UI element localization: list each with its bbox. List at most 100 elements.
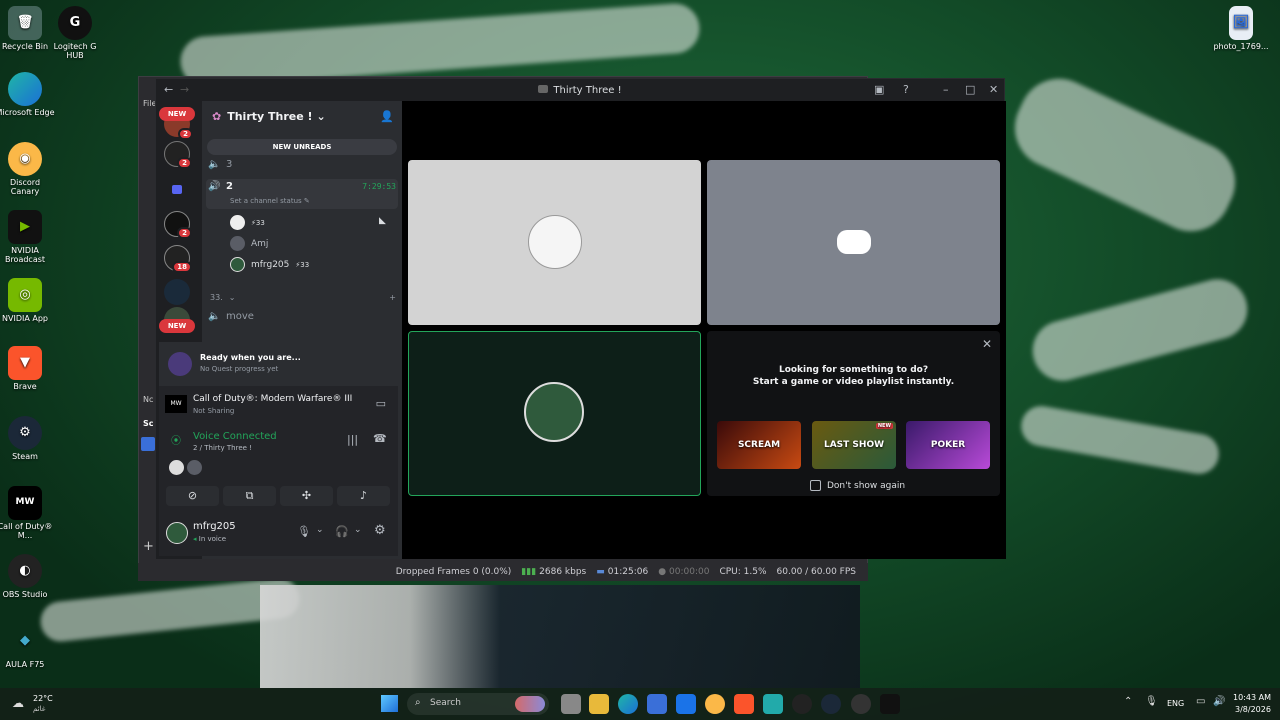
- video-tile-3[interactable]: [408, 331, 701, 496]
- discord-canary-icon[interactable]: [705, 694, 725, 714]
- store-icon[interactable]: [647, 694, 667, 714]
- noise-suppression-icon[interactable]: |||: [347, 433, 358, 446]
- desktop-icon-obs[interactable]: ◐ OBS Studio: [0, 554, 55, 600]
- game-card-scream[interactable]: SCREAM: [717, 421, 801, 469]
- minimize-icon[interactable]: –: [943, 83, 949, 96]
- desktop-icon-discord-canary[interactable]: ◉ Discord Canary: [0, 142, 55, 197]
- obs-add-button[interactable]: +: [143, 539, 154, 554]
- edge-icon[interactable]: [618, 694, 638, 714]
- video-tile-1[interactable]: [408, 160, 701, 325]
- quest-panel[interactable]: Ready when you are... No Quest progress …: [159, 342, 398, 386]
- microphone-icon[interactable]: 🎙: [1145, 696, 1158, 707]
- chevron-down-icon[interactable]: ⌄: [354, 525, 362, 535]
- desktop-icon-steam[interactable]: ⚙ Steam: [0, 416, 55, 462]
- new-unreads-bar[interactable]: NEW UNREADS: [207, 139, 397, 155]
- close-icon[interactable]: ✕: [982, 337, 992, 351]
- category-33[interactable]: 33. ⌄ +: [208, 293, 396, 302]
- nvidia-broadcast-icon[interactable]: [880, 694, 900, 714]
- chevron-down-icon[interactable]: ⌄: [316, 525, 324, 535]
- outlook-icon[interactable]: [676, 694, 696, 714]
- server-icon: [538, 84, 549, 93]
- wallpaper-shape: [1001, 65, 1249, 245]
- obs-icon: ◐: [8, 554, 42, 588]
- desktop-icon-brave[interactable]: ▼ Brave: [0, 346, 55, 392]
- nvidia-icon: ▶: [8, 210, 42, 244]
- headphones-icon[interactable]: 🎧: [335, 525, 349, 538]
- desktop-icon-logitech[interactable]: G Logitech G HUB: [45, 6, 105, 61]
- help-icon[interactable]: ?: [903, 83, 909, 96]
- obs-icon[interactable]: [851, 694, 871, 714]
- screen-share-button[interactable]: ⧉: [223, 486, 276, 506]
- add-channel-icon[interactable]: +: [389, 293, 396, 302]
- avatar: [528, 215, 582, 269]
- add-member-icon[interactable]: 👤: [380, 110, 394, 123]
- desktop-icon-nvidia-app[interactable]: ◎ NVIDIA App: [0, 278, 55, 324]
- server-icon-4[interactable]: 2: [164, 211, 192, 239]
- game-card-last-show[interactable]: LAST SHOW NEW: [812, 421, 896, 469]
- task-view-icon[interactable]: [561, 694, 581, 714]
- aula-icon[interactable]: [763, 694, 783, 714]
- soundboard-button[interactable]: ♪: [337, 486, 390, 506]
- voice-user-3[interactable]: mfrg205 ⚡33: [230, 257, 309, 272]
- user-badge: ⚡33: [251, 218, 265, 227]
- desktop-icon-photo[interactable]: 🖼 photo_1769...: [1211, 6, 1271, 52]
- server-icon-3[interactable]: [164, 177, 190, 203]
- close-icon[interactable]: ✕: [989, 83, 998, 96]
- network-icon[interactable]: ▭: [1196, 696, 1205, 707]
- voice-channel-2[interactable]: 🔊 2 7:29:53: [208, 181, 396, 192]
- channel-status-prompt[interactable]: Set a channel status ✎: [230, 197, 310, 205]
- brave-icon: ▼: [8, 346, 42, 380]
- voice-stage: ✕ Looking for something to do? Start a g…: [402, 101, 1006, 559]
- chevron-down-icon: ⌄: [316, 109, 326, 123]
- chevron-up-icon[interactable]: ⌃: [1124, 696, 1132, 707]
- stream-icon: ▬: [596, 567, 605, 577]
- desktop-icon-aula[interactable]: ◆ AULA F75: [0, 624, 55, 670]
- settings-gear-icon[interactable]: ⚙: [374, 523, 386, 538]
- screen-share-icon[interactable]: ▭: [376, 397, 386, 410]
- voice-channel-move[interactable]: 🔈 move: [208, 311, 396, 322]
- microphone-icon[interactable]: 🎙: [297, 525, 311, 538]
- inbox-icon[interactable]: ▣: [874, 83, 884, 96]
- edge-icon: [8, 72, 42, 106]
- video-tile-2[interactable]: [707, 160, 1000, 325]
- speaker-active-icon: 🔊: [208, 181, 221, 192]
- folder-icon: [172, 185, 182, 194]
- server-icon-5[interactable]: 18: [164, 245, 192, 273]
- logitech-icon[interactable]: [792, 694, 812, 714]
- voice-channel-3[interactable]: 🔈 3: [208, 159, 396, 170]
- new-pill-bottom[interactable]: NEW: [159, 319, 195, 333]
- maximize-icon[interactable]: □: [965, 83, 975, 96]
- weather-icon: ☁: [12, 696, 24, 710]
- obs-bitrate: ▮▮▮ 2686 kbps: [521, 567, 587, 577]
- file-explorer-icon[interactable]: [589, 694, 609, 714]
- checkbox[interactable]: [810, 480, 821, 491]
- voice-panel: ⦿ Voice Connected 2 / Thirty Three ! |||…: [159, 424, 398, 512]
- start-windows-icon[interactable]: [381, 695, 398, 712]
- steam-icon[interactable]: [821, 694, 841, 714]
- avatar[interactable]: [166, 522, 188, 544]
- avatar: [169, 460, 184, 475]
- server-header[interactable]: ✿ Thirty Three ! ⌄ 👤: [202, 101, 402, 131]
- volume-icon[interactable]: 🔊: [1213, 696, 1225, 707]
- speaker-icon: 🔈: [208, 311, 221, 322]
- desktop-icon-edge[interactable]: Microsoft Edge: [0, 72, 55, 118]
- activities-button[interactable]: ✣: [280, 486, 333, 506]
- server-icon-6[interactable]: [164, 279, 190, 305]
- quest-icon: [168, 352, 192, 376]
- voice-user-1[interactable]: ⚡33: [230, 215, 265, 230]
- video-off-button[interactable]: ⊘: [166, 486, 219, 506]
- avatar: [230, 236, 245, 251]
- desktop-icon-cod[interactable]: MW Call of Duty® M...: [0, 486, 55, 541]
- disconnect-icon[interactable]: ☎: [373, 432, 387, 445]
- taskbar-search[interactable]: ⌕ Search: [407, 693, 549, 715]
- brave-icon[interactable]: [734, 694, 754, 714]
- voice-user-2[interactable]: Amj: [230, 236, 268, 251]
- game-card-poker[interactable]: POKER: [906, 421, 990, 469]
- server-icon-2[interactable]: 2: [164, 141, 192, 169]
- desktop-icon-nvidia-broadcast[interactable]: ▶ NVIDIA Broadcast: [0, 210, 55, 265]
- new-badge: NEW: [875, 423, 893, 429]
- new-pill-top[interactable]: NEW: [159, 107, 195, 121]
- user-status: ◂ In voice: [193, 535, 227, 543]
- dont-show-again[interactable]: Don't show again: [810, 480, 905, 491]
- obs-side-button[interactable]: [141, 437, 155, 451]
